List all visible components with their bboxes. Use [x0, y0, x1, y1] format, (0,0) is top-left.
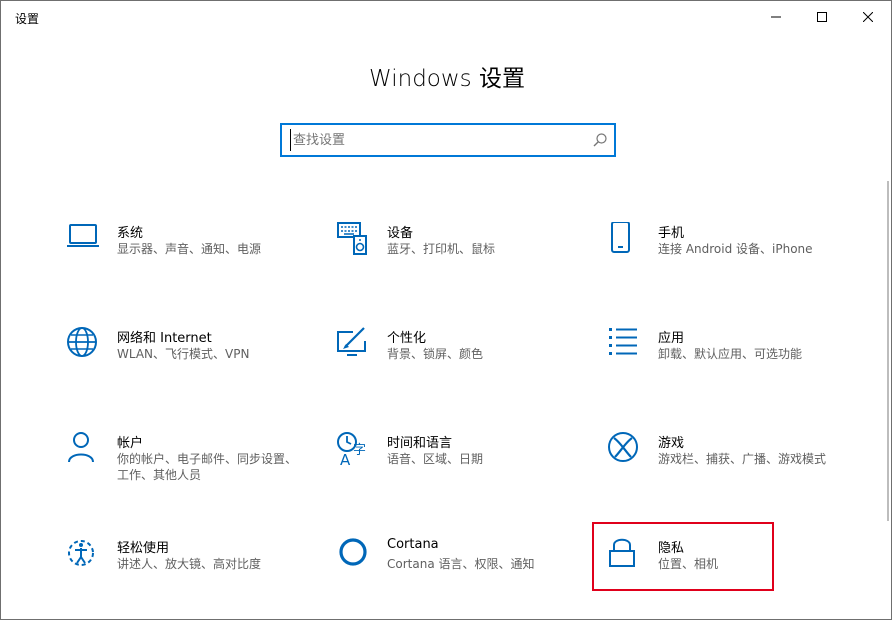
tile-description: Cortana 语言、权限、通知 — [387, 557, 535, 571]
maximize-icon — [817, 12, 827, 22]
tile-description: 游戏栏、捕获、广播、游戏模式 — [658, 452, 827, 466]
tile-description: 背景、锁屏、颜色 — [387, 347, 484, 361]
tile-name: 系统 — [117, 226, 144, 241]
search-icon[interactable] — [592, 132, 608, 148]
settings-window: 设置 Windows 设置 系统 显示器、声音、通知、电源 — [0, 0, 892, 620]
phone-icon — [611, 222, 630, 253]
tile-cortana[interactable]: Cortana Cortana 语言、权限、通知 — [337, 537, 577, 607]
page-title: Windows 设置 — [369, 66, 525, 92]
search-input[interactable] — [290, 129, 583, 151]
search-box[interactable] — [280, 123, 616, 157]
close-icon — [863, 12, 873, 22]
keyboard-speaker-icon — [337, 222, 367, 255]
app-list-icon — [609, 328, 637, 355]
tile-time-language[interactable]: A 字 时间和语言 语音、区域、日期 — [337, 432, 577, 502]
tile-name: 应用 — [658, 331, 685, 346]
xbox-icon — [608, 432, 638, 462]
scrollbar[interactable] — [887, 181, 889, 521]
tile-name: 网络和 Internet — [117, 331, 212, 346]
laptop-icon — [67, 224, 99, 247]
ease-of-access-icon — [68, 540, 94, 566]
tile-name: 个性化 — [387, 331, 427, 346]
maximize-button[interactable] — [799, 1, 845, 33]
tile-name: 帐户 — [117, 436, 144, 451]
tile-name: 手机 — [658, 226, 685, 241]
tile-name: Cortana — [387, 537, 439, 552]
globe-icon — [67, 327, 97, 357]
person-icon — [68, 432, 94, 463]
tile-description: 显示器、声音、通知、电源 — [117, 242, 262, 256]
close-button[interactable] — [845, 1, 891, 33]
tile-accounts[interactable]: 帐户 你的帐户、电子邮件、同步设置、工作、其他人员 — [67, 432, 307, 502]
tile-description: 连接 Android 设备、iPhone — [658, 242, 813, 256]
window-title: 设置 — [15, 12, 40, 26]
title-bar[interactable]: 设置 — [1, 1, 891, 33]
tile-system[interactable]: 系统 显示器、声音、通知、电源 — [67, 222, 307, 292]
tile-devices[interactable]: 设备 蓝牙、打印机、鼠标 — [337, 222, 577, 292]
tile-description: WLAN、飞行模式、VPN — [117, 347, 250, 361]
time-language-icon: A 字 — [337, 432, 366, 468]
tile-phone[interactable]: 手机 连接 Android 设备、iPhone — [608, 222, 848, 292]
tile-name: 设备 — [387, 226, 414, 241]
tile-name: 轻松使用 — [117, 541, 170, 556]
minimize-button[interactable] — [753, 1, 799, 33]
svg-text:A: A — [340, 451, 351, 468]
tile-personalization[interactable]: 个性化 背景、锁屏、颜色 — [337, 327, 577, 397]
tile-ease-of-access[interactable]: 轻松使用 讲述人、放大镜、高对比度 — [67, 537, 307, 607]
tile-description: 蓝牙、打印机、鼠标 — [387, 242, 496, 256]
minimize-icon — [771, 16, 781, 18]
paint-monitor-icon — [337, 327, 366, 356]
tile-apps[interactable]: 应用 卸载、默认应用、可选功能 — [608, 327, 848, 397]
svg-text:字: 字 — [353, 443, 366, 458]
cortana-icon — [339, 538, 367, 566]
privacy-highlight-box — [592, 522, 774, 591]
tile-description: 卸载、默认应用、可选功能 — [658, 347, 803, 361]
tile-gaming[interactable]: 游戏 游戏栏、捕获、广播、游戏模式 — [608, 432, 848, 502]
tile-network[interactable]: 网络和 Internet WLAN、飞行模式、VPN — [67, 327, 307, 397]
tile-name: 游戏 — [658, 436, 685, 451]
tile-name: 时间和语言 — [387, 436, 453, 451]
tile-description: 你的帐户、电子邮件、同步设置、工作、其他人员 — [117, 452, 298, 482]
tile-description: 讲述人、放大镜、高对比度 — [117, 557, 262, 571]
tile-description: 语音、区域、日期 — [387, 452, 484, 466]
